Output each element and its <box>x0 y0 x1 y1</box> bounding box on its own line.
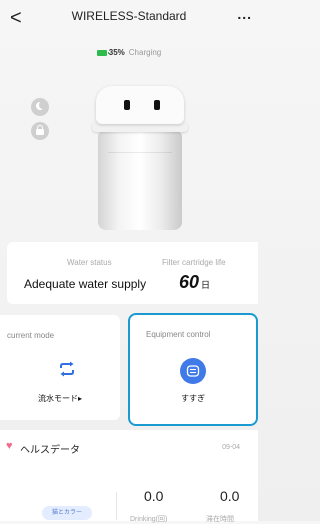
device-eye-right <box>154 100 160 110</box>
lock-icon[interactable] <box>31 122 49 140</box>
device-top <box>96 86 184 124</box>
water-status-value: Adequate water supply <box>24 277 147 291</box>
health-data-date: 09-04 <box>222 444 240 451</box>
device-eye-left <box>124 100 130 110</box>
page-title: WIRELESS-Standard <box>71 9 187 23</box>
water-status-label: Water status <box>67 258 112 267</box>
heart-icon: ♥ <box>6 440 13 452</box>
stay-time-value: 0.0 <box>220 488 240 504</box>
battery-icon <box>96 49 109 56</box>
current-mode-card[interactable]: current mode 流水モード▸ <box>0 315 120 420</box>
battery-status: 35% Charging <box>0 48 258 57</box>
drinking-label: Drinking(回) <box>130 516 168 523</box>
lock-glyph <box>36 125 44 135</box>
filter-life-value: 60 日 <box>179 272 210 293</box>
filter-life-unit: 日 <box>201 280 211 290</box>
filter-life-label: Filter cartridge life <box>162 258 226 267</box>
drinking-value: 0.0 <box>144 488 164 504</box>
more-options-icon[interactable]: ... <box>237 6 252 22</box>
equipment-control-label: Equipment control <box>146 330 211 339</box>
pet-pill-button[interactable]: 猫とカラー <box>42 506 92 520</box>
device-body <box>98 132 182 230</box>
moon-glyph <box>36 101 47 110</box>
current-mode-label: current mode <box>7 331 55 340</box>
stay-time-label: 滞在時間 <box>206 516 234 523</box>
status-card: Water status Filter cartridge life Adequ… <box>7 242 258 304</box>
battery-percent: 35% <box>108 48 125 57</box>
health-data-card[interactable]: ♥ ヘルスデータ 09-04 猫とカラー 0.0 0.0 Drinking(回)… <box>0 430 258 523</box>
repeat-arrows-icon <box>58 361 76 382</box>
health-data-title: ヘルスデータ <box>20 445 80 456</box>
charging-label: Charging <box>128 48 162 57</box>
filter-life-number: 60 <box>179 272 200 292</box>
moon-icon[interactable] <box>31 98 49 116</box>
rinse-icon[interactable] <box>180 358 206 384</box>
current-mode-value: 流水モード▸ <box>37 394 82 403</box>
header-bar: < WIRELESS-Standard ... <box>0 0 258 40</box>
fountain-device-image <box>92 86 188 232</box>
equipment-control-value: すすぎ <box>181 394 205 403</box>
divider <box>116 492 117 520</box>
equipment-control-card[interactable]: Equipment control すすぎ <box>128 313 258 426</box>
